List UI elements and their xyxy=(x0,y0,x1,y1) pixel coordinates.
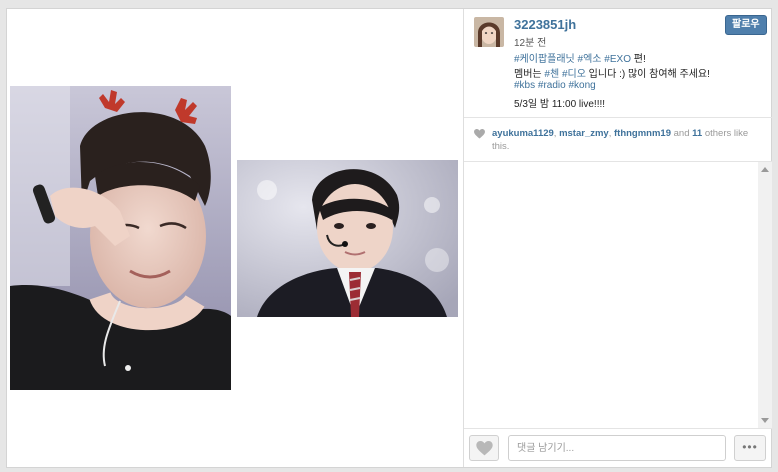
username-link[interactable]: 3223851jh xyxy=(514,17,576,32)
caption-line-4: 5/3일 밤 11:00 live!!!! xyxy=(514,99,606,110)
scroll-up-arrow-icon[interactable] xyxy=(761,167,769,172)
avatar[interactable] xyxy=(474,17,504,47)
post-media xyxy=(7,9,463,467)
hashtag-link[interactable]: #radio xyxy=(538,80,566,91)
caption-text: 편! xyxy=(630,54,646,65)
like-button[interactable] xyxy=(469,435,499,461)
comment-bar: ••• xyxy=(464,428,772,467)
heart-icon xyxy=(474,129,485,139)
caption-line-1: #케이팝플래닛 #엑소 #EXO 편! xyxy=(514,50,646,65)
caption-text: 멤버는 xyxy=(514,69,545,80)
liker-link[interactable]: ayukuma1129 xyxy=(492,128,554,139)
comments-area xyxy=(464,162,772,428)
caption-line-2: 멤버는 #첸 #디오 입니다 :) 많이 참여해 주세요! xyxy=(514,65,710,80)
hashtag-link[interactable]: #kong xyxy=(569,80,596,91)
photo-member-left xyxy=(10,86,231,390)
caption-line-3: #kbs #radio #kong xyxy=(514,80,596,91)
post-modal: 3223851jh 팔로우 12분 전 #케이팝플래닛 #엑소 #EXO 편! … xyxy=(6,8,772,468)
heart-icon xyxy=(476,441,493,456)
caption-block: 3223851jh 팔로우 12분 전 #케이팝플래닛 #엑소 #EXO 편! … xyxy=(464,9,772,117)
scroll-down-arrow-icon[interactable] xyxy=(761,418,769,423)
more-options-button[interactable]: ••• xyxy=(734,435,766,461)
liker-link[interactable]: fthngmnm19 xyxy=(614,128,671,139)
caption-text: 입니다 :) 많이 참여해 주세요! xyxy=(585,69,710,80)
photo-member-right xyxy=(237,160,458,317)
post-sidebar: 3223851jh 팔로우 12분 전 #케이팝플래닛 #엑소 #EXO 편! … xyxy=(463,9,772,467)
hashtag-link[interactable]: #kbs xyxy=(514,80,535,91)
post-time: 12분 전 xyxy=(514,38,547,49)
hashtag-link[interactable]: #엑소 xyxy=(578,54,602,65)
hashtag-link[interactable]: #디오 xyxy=(562,69,586,80)
hashtag-link[interactable]: #EXO xyxy=(604,54,631,65)
comments-scrollbar[interactable] xyxy=(758,162,772,428)
comment-input[interactable] xyxy=(508,435,726,461)
hashtag-link[interactable]: #첸 xyxy=(544,69,559,80)
likes-summary: ayukuma1129, mstar_zmy, fthngmnm19 and 1… xyxy=(474,127,764,153)
hashtag-link[interactable]: #케이팝플래닛 xyxy=(514,54,575,65)
ellipsis-icon: ••• xyxy=(742,440,758,454)
liker-link[interactable]: mstar_zmy xyxy=(559,128,609,139)
divider xyxy=(464,117,772,118)
likes-and: and xyxy=(673,128,690,139)
follow-button[interactable]: 팔로우 xyxy=(725,15,767,35)
likes-count[interactable]: 11 xyxy=(692,128,702,139)
